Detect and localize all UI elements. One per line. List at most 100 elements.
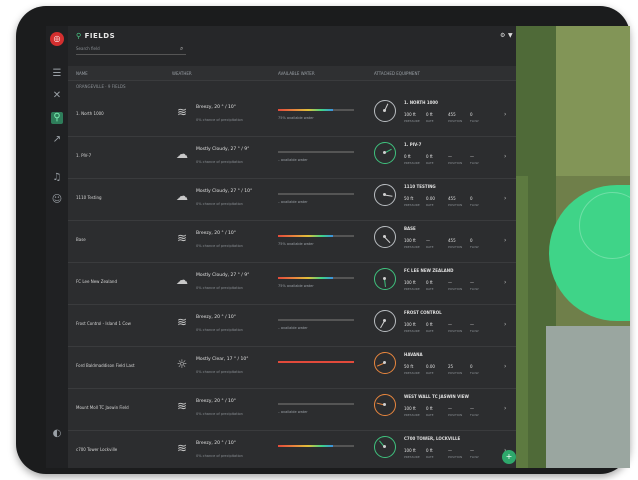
chevron-right-icon[interactable]: › — [504, 237, 506, 244]
equipment-stat-labels: PRESSURE RATE POSITION FLOW — [404, 287, 492, 291]
equipment-title[interactable]: FROST CONTROL — [404, 310, 442, 315]
filter-icon[interactable]: ▼ — [508, 32, 513, 39]
field-name[interactable]: Base — [76, 237, 156, 242]
col-equipment[interactable]: ATTACHED EQUIPMENT — [374, 71, 420, 76]
search-placeholder: Search field — [76, 46, 100, 51]
stat-label: RATE — [426, 203, 434, 207]
add-field-button[interactable]: + — [502, 450, 516, 464]
equipment-gauge-icon[interactable] — [374, 436, 396, 458]
field-name[interactable]: Frost Control - Island 1 Cow — [76, 321, 156, 326]
weather-text: Breezy, 20 ° / 10° — [196, 231, 237, 236]
equipment-gauge-icon[interactable] — [374, 268, 396, 290]
table-row[interactable]: Ford Baldmaddison Field Last ☼ Mostly Cl… — [68, 346, 516, 389]
precip-text: 0% chance of precipitation — [196, 160, 243, 164]
equipment-title[interactable]: HAVANA — [404, 352, 423, 357]
stat-label: FLOW — [470, 203, 479, 207]
gauge-hub — [383, 193, 386, 196]
field-name[interactable]: Ford Baldmaddison Field Last — [76, 363, 156, 368]
equipment-title[interactable]: 1110 TESTING — [404, 184, 436, 189]
weather-text: Mostly Clear, 17 ° / 10° — [196, 357, 249, 362]
search-icon[interactable]: ⌕ — [180, 45, 183, 53]
col-name[interactable]: NAME — [76, 71, 88, 76]
chevron-right-icon[interactable]: › — [504, 195, 506, 202]
equipment-title[interactable]: FC LEE NEW ZEALAND — [404, 268, 453, 273]
table-row[interactable]: c700 Tower Lockville ≋ Breezy, 20 ° / 10… — [68, 430, 516, 468]
stat-pressure: 100 ft — [404, 448, 416, 453]
precip-text: 0% chance of precipitation — [196, 118, 243, 122]
map-icon[interactable]: ✕ — [51, 90, 63, 102]
stat-label: PRESSURE — [404, 455, 420, 459]
equipment-stats: 50 ft 0.00 455 0 — [404, 196, 492, 201]
table-row[interactable]: Base ≋ Breezy, 20 ° / 10° 0% chance of p… — [68, 220, 516, 263]
weather-icon: ≋ — [176, 231, 188, 245]
equipment-stats: 100 ft 0 ft — — — [404, 448, 492, 453]
equipment-title[interactable]: 1. PIV-7 — [404, 142, 421, 147]
app-screen: ◎ ☰ ✕ ⚲ ↗ ♫ ☺ ◐ ⚲ FIELDS ⚙ ▼ Search field… — [46, 26, 630, 468]
field-name[interactable]: c700 Tower Lockville — [76, 447, 156, 452]
equipment-gauge-icon[interactable] — [374, 184, 396, 206]
stat-flow: 0 — [470, 112, 473, 117]
field-name[interactable]: 1110 Testing — [76, 195, 156, 200]
logout-icon[interactable]: ◐ — [51, 428, 63, 440]
equipment-gauge-icon[interactable] — [374, 100, 396, 122]
water-label: – available water — [278, 326, 308, 330]
weather-icon: ☁ — [176, 189, 188, 203]
chart-icon[interactable]: ↗ — [51, 134, 63, 146]
equipment-title[interactable]: 1. NORTH 1000 — [404, 100, 438, 105]
col-weather[interactable]: WEATHER — [172, 71, 192, 76]
stat-label: PRESSURE — [404, 329, 420, 333]
equipment-gauge-icon[interactable] — [374, 142, 396, 164]
field-name[interactable]: FC Lee New Zealand — [76, 279, 156, 284]
stat-rate: 0.00 — [426, 364, 435, 369]
chevron-right-icon[interactable]: › — [504, 279, 506, 286]
settings-icon[interactable]: ⚙ — [500, 32, 505, 39]
page-title-label: FIELDS — [84, 32, 116, 40]
water-bar-fill — [278, 361, 354, 363]
stat-label: RATE — [426, 119, 434, 123]
bell-icon[interactable]: ♫ — [51, 172, 63, 184]
equipment-title[interactable]: BASE — [404, 226, 416, 231]
equipment-title[interactable]: WEST WALL TC JASWIN VIEW — [404, 394, 469, 399]
chevron-right-icon[interactable]: › — [504, 111, 506, 118]
map-field — [556, 26, 630, 176]
table-row[interactable]: 1. PIV-7 ☁ Mostly Cloudy, 27 ° / 9° 0% c… — [68, 136, 516, 179]
chevron-right-icon[interactable]: › — [504, 153, 506, 160]
stat-label: RATE — [426, 161, 434, 165]
water-bar-fill — [278, 109, 333, 111]
stat-position: — — [448, 154, 452, 159]
equipment-title[interactable]: C700 TOWER, LOCKVILLE — [404, 436, 460, 441]
menu-icon[interactable]: ☰ — [51, 68, 63, 80]
col-water[interactable]: AVAILABLE WATER — [278, 71, 315, 76]
gauge-hub — [383, 319, 386, 322]
table-row[interactable]: Frost Control - Island 1 Cow ≋ Breezy, 2… — [68, 304, 516, 347]
field-name[interactable]: Mount Moll TC Jaswin Field — [76, 405, 156, 410]
search-input[interactable]: Search field ⌕ — [76, 45, 186, 55]
app-logo[interactable]: ◎ — [50, 32, 64, 46]
equipment-stat-labels: PRESSURE RATE POSITION FLOW — [404, 455, 492, 459]
equipment-gauge-icon[interactable] — [374, 352, 396, 374]
stat-position: 455 — [448, 238, 456, 243]
stat-label: FLOW — [470, 455, 479, 459]
table-row[interactable]: 1. North 1000 ≋ Breezy, 20 ° / 10° 0% ch… — [68, 94, 516, 137]
precip-text: 0% chance of precipitation — [196, 328, 243, 332]
stat-position: — — [448, 322, 452, 327]
equipment-gauge-icon[interactable] — [374, 226, 396, 248]
stat-label: FLOW — [470, 287, 479, 291]
field-name[interactable]: 1. North 1000 — [76, 111, 156, 116]
stat-label: FLOW — [470, 413, 479, 417]
fields-icon[interactable]: ⚲ — [51, 112, 63, 124]
chevron-right-icon[interactable]: › — [504, 405, 506, 412]
chevron-right-icon[interactable]: › — [504, 363, 506, 370]
chevron-right-icon[interactable]: › — [504, 321, 506, 328]
table-row[interactable]: 1110 Testing ☁ Mostly Cloudy, 27 ° / 10°… — [68, 178, 516, 221]
weather-icon: ☁ — [176, 273, 188, 287]
nav-rail: ◎ ☰ ✕ ⚲ ↗ ♫ ☺ ◐ — [46, 26, 68, 468]
user-icon[interactable]: ☺ — [51, 194, 63, 206]
field-name[interactable]: 1. PIV-7 — [76, 153, 156, 158]
table-row[interactable]: FC Lee New Zealand ☁ Mostly Cloudy, 27 °… — [68, 262, 516, 305]
equipment-gauge-icon[interactable] — [374, 310, 396, 332]
table-row[interactable]: Mount Moll TC Jaswin Field ≋ Breezy, 20 … — [68, 388, 516, 431]
equipment-gauge-icon[interactable] — [374, 394, 396, 416]
water-bar — [278, 277, 354, 279]
stat-pressure: 100 ft — [404, 280, 416, 285]
